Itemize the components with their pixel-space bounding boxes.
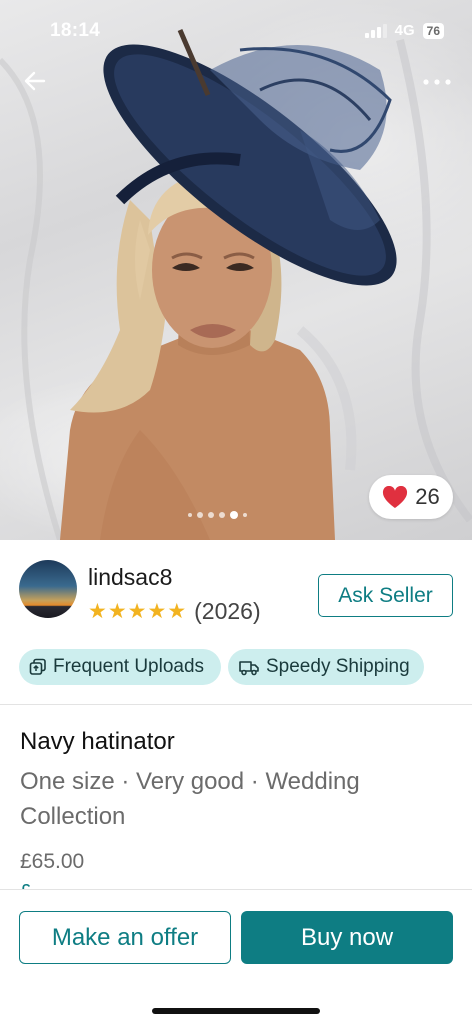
status-indicators: 4G 76 [364,22,444,39]
favourite-button[interactable]: 26 [369,475,453,519]
price-incl-protection-partial: £ · · · · · · · · · · · · · · · · · · [20,880,440,889]
buy-now-button[interactable]: Buy now [241,911,453,964]
star-icon: ★ [88,599,107,623]
badge-label: Speedy Shipping [266,656,410,677]
truck-icon [239,661,259,676]
star-icon: ★ [167,599,187,623]
seller-section: lindsac8 ★ ★ ★ ★ ★ (2026) Ask Seller Fre… [0,540,472,705]
star-icon: ★ [107,599,127,623]
item-price: £65.00 [20,850,85,873]
more-horizontal-icon [423,79,451,85]
arrow-left-icon [24,71,46,91]
star-icon: ★ [127,599,147,623]
star-icon: ★ [147,599,167,623]
carousel-dot [243,513,247,517]
item-details: One size · Very good · Wedding Collectio… [20,768,360,830]
item-title: Navy hatinator [20,728,175,755]
product-photo[interactable]: 18:14 4G 76 26 [0,0,472,540]
status-time: 18:14 [50,20,101,41]
uploads-icon [29,658,46,675]
favourite-count: 26 [415,484,440,509]
seller-rating[interactable]: ★ ★ ★ ★ ★ (2026) [88,598,261,625]
signal-icon [364,23,387,38]
carousel-dot [188,513,192,517]
home-indicator [152,1008,320,1014]
network-type: 4G [394,22,415,39]
badge-frequent-uploads: Frequent Uploads [19,649,221,685]
carousel-indicator [188,511,247,519]
review-count: (2026) [194,598,261,624]
status-bar: 18:14 4G 76 [0,0,472,60]
badge-label: Frequent Uploads [53,656,205,677]
seller-username[interactable]: lindsac8 [88,564,172,591]
battery-icon: 76 [422,22,444,39]
back-button[interactable] [20,66,50,96]
make-offer-button[interactable]: Make an offer [19,911,231,964]
product-photo-image [0,29,472,540]
more-options-button[interactable] [420,70,454,94]
badge-speedy-shipping: Speedy Shipping [228,649,424,685]
carousel-dot-active [230,511,238,519]
ask-seller-button[interactable]: Ask Seller [318,574,453,617]
seller-avatar[interactable] [19,560,77,618]
carousel-dot [197,512,203,518]
carousel-dot [208,512,214,518]
heart-icon [383,485,408,508]
action-bar: Make an offer Buy now [0,889,472,1024]
carousel-dot [219,512,225,518]
rating-stars: ★ ★ ★ ★ ★ [88,599,187,623]
